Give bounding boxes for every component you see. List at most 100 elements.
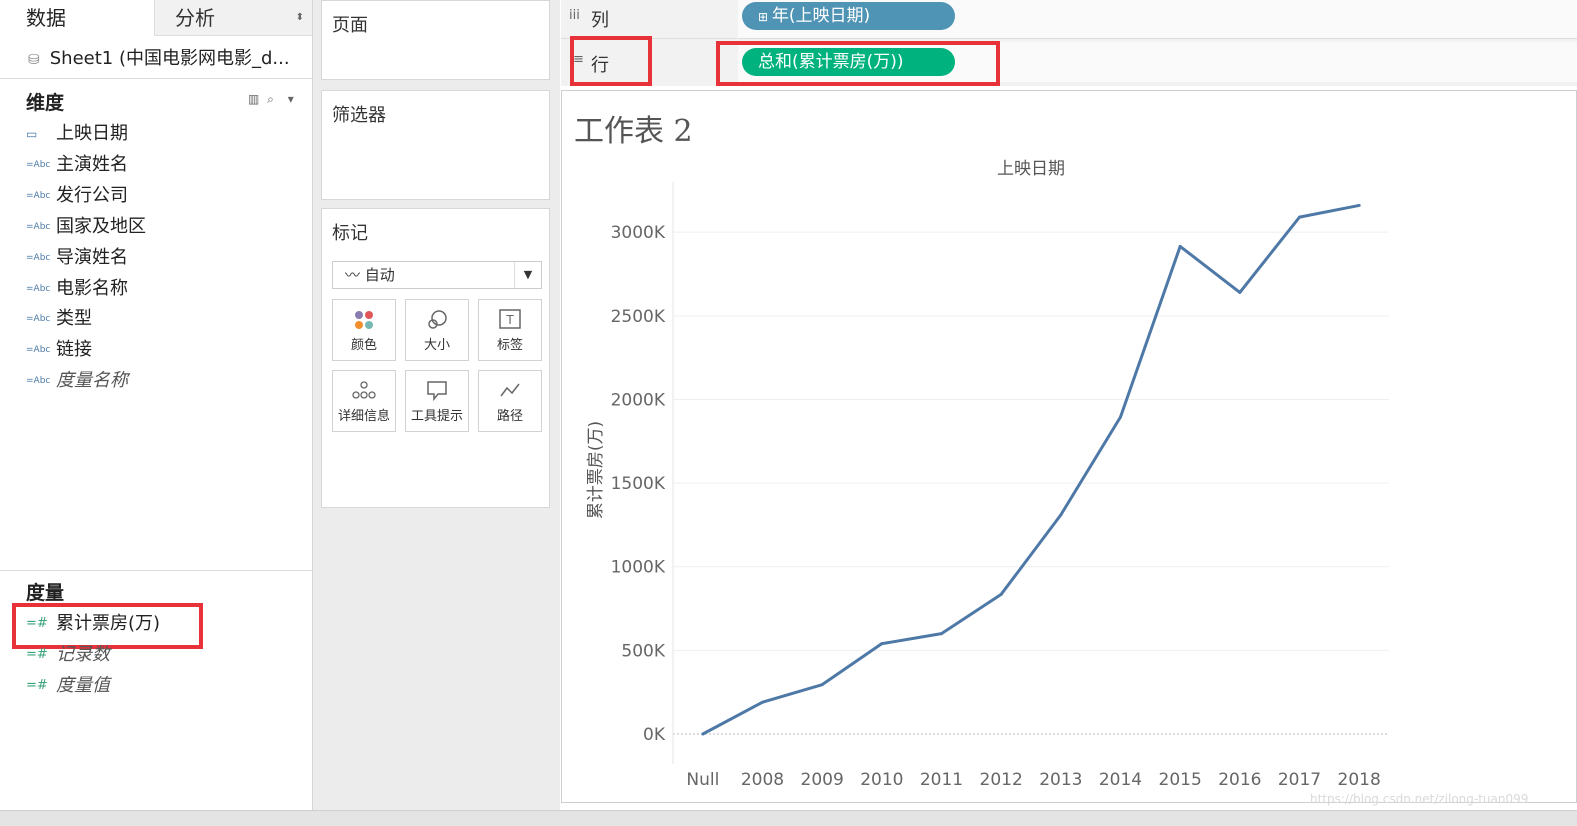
mark-type-value: 自动 xyxy=(364,266,395,284)
dimension-field[interactable]: =Abc 链接 xyxy=(26,338,92,362)
measure-field[interactable]: =# 度量值 xyxy=(26,674,110,698)
detail-label: 详细信息 xyxy=(337,409,390,424)
dimension-field-label: 发行公司 xyxy=(56,184,128,206)
pages-card[interactable]: 页面 xyxy=(321,0,550,80)
data-point[interactable] xyxy=(940,632,943,636)
y-axis-ticks: 0K 500K 1000K 1500K 2000K 2500K 3000K xyxy=(611,223,666,745)
tab-analysis[interactable]: 分析 ⬍ xyxy=(154,0,312,36)
measures-title: 度量 xyxy=(26,582,65,604)
x-tick-label: 2014 xyxy=(1099,770,1142,790)
dimension-field[interactable]: =Abc 导演姓名 xyxy=(26,246,128,270)
cards-pane: 页面 筛选器 标记 〰 自动 ▼ 颜色 大小 T 标签 详细信息 工具提示 路径 xyxy=(313,0,560,813)
data-source[interactable]: ⛁ Sheet1 (中国电影网电影_d... xyxy=(28,44,290,70)
series-line xyxy=(701,203,1361,736)
data-point[interactable] xyxy=(880,642,884,646)
size-icon xyxy=(406,308,468,334)
filters-card[interactable]: 筛选器 xyxy=(321,90,550,200)
mark-type-select[interactable]: 〰 自动 ▼ xyxy=(332,261,542,289)
columns-icon: iii xyxy=(569,8,580,23)
dimension-field-label: 导演姓名 xyxy=(56,246,128,268)
chevron-down-icon[interactable]: ▼ xyxy=(514,262,541,288)
dimension-field[interactable]: =Abc 类型 xyxy=(26,307,92,331)
text-type-icon: =Abc xyxy=(26,345,51,356)
marks-card: 标记 〰 自动 ▼ 颜色 大小 T 标签 详细信息 工具提示 路径 xyxy=(321,208,550,508)
color-button[interactable]: 颜色 xyxy=(332,299,396,361)
data-point[interactable] xyxy=(1238,290,1242,294)
dimension-field[interactable]: =Abc 国家及地区 xyxy=(26,215,146,239)
search-icon[interactable]: ⌕ xyxy=(267,92,274,106)
columns-label: 列 xyxy=(591,10,609,31)
color-icon xyxy=(333,308,395,334)
x-tick-label: 2008 xyxy=(741,770,784,790)
data-point[interactable] xyxy=(820,683,824,687)
x-tick-label: 2010 xyxy=(860,770,903,790)
list-view-icon[interactable]: ▥ xyxy=(248,92,259,106)
size-label: 大小 xyxy=(423,338,450,353)
measure-field[interactable]: =# 记录数 xyxy=(26,643,110,667)
dimension-field-label: 度量名称 xyxy=(56,370,128,392)
label-label: 标签 xyxy=(496,338,523,353)
data-source-label: Sheet1 (中国电影网电影_d... xyxy=(49,48,290,69)
size-button[interactable]: 大小 xyxy=(405,299,469,361)
x-tick-label: 2012 xyxy=(980,770,1023,790)
text-type-icon: =Abc xyxy=(26,314,51,325)
dimension-field-label: 国家及地区 xyxy=(56,215,146,237)
divider xyxy=(0,570,312,571)
number-type-icon: =# xyxy=(26,647,48,662)
color-label: 颜色 xyxy=(350,338,377,353)
gridlines xyxy=(672,182,1389,764)
data-point[interactable] xyxy=(999,592,1003,596)
y-tick-label: 1500K xyxy=(611,474,666,494)
data-point[interactable] xyxy=(761,700,764,704)
path-button[interactable]: 路径 xyxy=(478,370,542,432)
tab-data[interactable]: 数据 xyxy=(0,0,154,36)
data-point[interactable] xyxy=(1298,215,1301,219)
x-tick-label: 2011 xyxy=(920,770,963,790)
series-line-path[interactable] xyxy=(702,203,1360,736)
detail-icon xyxy=(333,379,395,405)
dimensions-title: 维度 xyxy=(26,92,65,114)
dimension-field[interactable]: ▭ 上映日期 xyxy=(26,122,128,146)
data-point[interactable] xyxy=(701,732,705,736)
sheet-tab-bar[interactable] xyxy=(0,810,1577,826)
data-point[interactable] xyxy=(1357,203,1361,207)
text-type-icon: =Abc xyxy=(26,252,51,263)
x-tick-label: 2017 xyxy=(1278,770,1321,790)
detail-button[interactable]: 详细信息 xyxy=(332,370,396,432)
dimension-field-label: 类型 xyxy=(56,308,92,330)
path-label: 路径 xyxy=(496,409,523,424)
text-type-icon: =Abc xyxy=(26,376,51,387)
x-tick-label: Null xyxy=(686,770,719,790)
y-axis-label: 累计票房(万) xyxy=(586,421,606,519)
data-point[interactable] xyxy=(1178,244,1182,248)
dimension-field[interactable]: =Abc 主演姓名 xyxy=(26,153,128,177)
path-icon xyxy=(479,379,541,405)
highlight-box xyxy=(570,36,652,86)
tooltip-label: 工具提示 xyxy=(410,409,463,424)
label-button[interactable]: T 标签 xyxy=(478,299,542,361)
text-type-icon: =Abc xyxy=(26,283,51,294)
data-point[interactable] xyxy=(1119,415,1122,419)
columns-pill[interactable]: ⊞ 年(上映日期) xyxy=(742,2,955,30)
y-tick-label: 1000K xyxy=(611,558,666,578)
dimension-field-label: 主演姓名 xyxy=(56,153,128,175)
data-point[interactable] xyxy=(1059,513,1063,517)
dimension-field-label: 链接 xyxy=(56,339,92,361)
dimension-field[interactable]: =Abc 电影名称 xyxy=(26,277,128,301)
dimension-field[interactable]: =Abc 发行公司 xyxy=(26,184,128,208)
dimension-field[interactable]: =Abc 度量名称 xyxy=(26,369,128,393)
database-icon: ⛁ xyxy=(28,52,40,68)
number-type-icon: =# xyxy=(26,616,48,631)
line-chart[interactable]: 上映日期 累计票房(万) 0K 500K 1000K 1500K 2000K 2500K 3… xyxy=(561,150,1571,800)
chart-title: 上映日期 xyxy=(997,159,1065,179)
measure-field[interactable]: =# 累计票房(万) xyxy=(26,612,160,636)
y-tick-label: 2000K xyxy=(611,390,666,410)
sheet-title: 工作表 2 xyxy=(574,114,693,149)
shelves-area: iii 列 ≡ 行 ⊞ 年(上映日期) 总和(累计票房(万)) xyxy=(561,0,1577,86)
columns-pill-label: 年(上映日期) xyxy=(771,6,871,26)
divider xyxy=(0,78,312,79)
y-tick-label: 0K xyxy=(643,725,666,745)
dropdown-icon[interactable]: ▾ xyxy=(288,92,294,106)
caret-icon[interactable]: ⬍ xyxy=(296,0,304,36)
tooltip-button[interactable]: 工具提示 xyxy=(405,370,469,432)
